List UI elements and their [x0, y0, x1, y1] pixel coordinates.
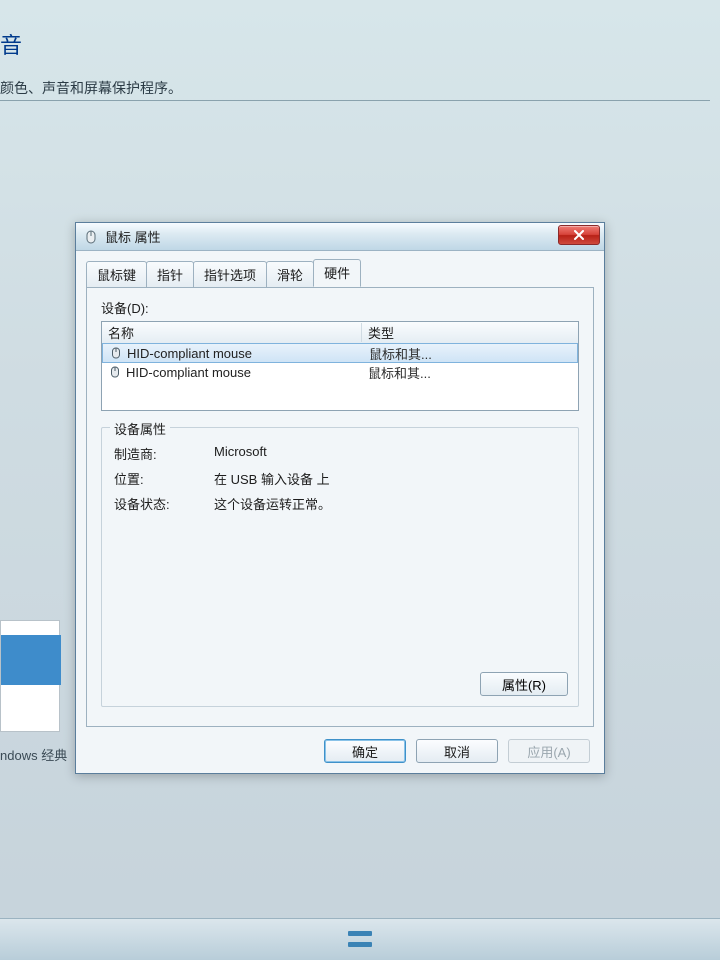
titlebar[interactable]: 鼠标 属性 [76, 223, 604, 251]
apply-button: 应用(A) [508, 739, 590, 763]
device-properties-button[interactable]: 属性(R) [480, 672, 568, 696]
tab-hardware[interactable]: 硬件 [313, 259, 361, 287]
tab-wheel[interactable]: 滑轮 [266, 261, 314, 288]
device-name: HID-compliant mouse [126, 365, 251, 380]
mouse-icon [83, 229, 99, 245]
bg-theme-label-fragment: ndows 经典 [0, 745, 67, 764]
manufacturer-value: Microsoft [214, 444, 566, 463]
close-button[interactable] [558, 225, 600, 245]
status-value: 这个设备运转正常。 [214, 494, 566, 513]
device-properties-group: 设备属性 制造商: Microsoft 位置: 在 USB 输入设备 上 设备状… [101, 427, 579, 707]
ok-button[interactable]: 确定 [324, 739, 406, 763]
device-row[interactable]: HID-compliant mouse 鼠标和其... [102, 362, 578, 382]
bg-theme-thumbnail-selection [1, 635, 61, 685]
device-properties-legend: 设备属性 [110, 419, 170, 438]
mouse-icon [109, 346, 123, 360]
device-type: 鼠标和其... [362, 363, 578, 382]
bg-heading-fragment: 音 [0, 28, 23, 60]
tab-pointer-options[interactable]: 指针选项 [193, 261, 267, 288]
mouse-icon [108, 365, 122, 379]
devices-listbox[interactable]: 名称 类型 HID-compliant mouse 鼠标和其... HID [101, 321, 579, 411]
manufacturer-label: 制造商: [114, 444, 200, 463]
bg-subtext-fragment: 颜色、声音和屏幕保护程序。 [0, 78, 182, 98]
bg-divider [0, 100, 710, 101]
location-value: 在 USB 输入设备 上 [214, 469, 566, 488]
device-name: HID-compliant mouse [127, 346, 252, 361]
device-row[interactable]: HID-compliant mouse 鼠标和其... [102, 343, 578, 363]
tab-strip: 鼠标键 指针 指针选项 滑轮 硬件 [76, 251, 604, 287]
devices-section-label: 设备(D): [101, 298, 579, 317]
device-type: 鼠标和其... [363, 344, 577, 363]
devices-header: 名称 类型 [102, 322, 578, 344]
column-name[interactable]: 名称 [102, 323, 362, 342]
tab-pointer[interactable]: 指针 [146, 261, 194, 288]
status-label: 设备状态: [114, 494, 200, 513]
tab-buttons[interactable]: 鼠标键 [86, 261, 147, 288]
dialog-title: 鼠标 属性 [105, 227, 161, 246]
close-icon [573, 230, 585, 240]
dialog-button-row: 确定 取消 应用(A) [76, 733, 604, 773]
taskbar-app-icon[interactable] [348, 931, 372, 947]
hardware-panel: 设备(D): 名称 类型 HID-compliant mouse 鼠标和其... [86, 287, 594, 727]
taskbar[interactable] [0, 918, 720, 960]
bg-theme-thumbnail[interactable] [0, 620, 60, 732]
mouse-properties-dialog: 鼠标 属性 鼠标键 指针 指针选项 滑轮 硬件 设备(D): 名称 类型 [75, 222, 605, 774]
column-type[interactable]: 类型 [362, 323, 578, 342]
location-label: 位置: [114, 469, 200, 488]
cancel-button[interactable]: 取消 [416, 739, 498, 763]
